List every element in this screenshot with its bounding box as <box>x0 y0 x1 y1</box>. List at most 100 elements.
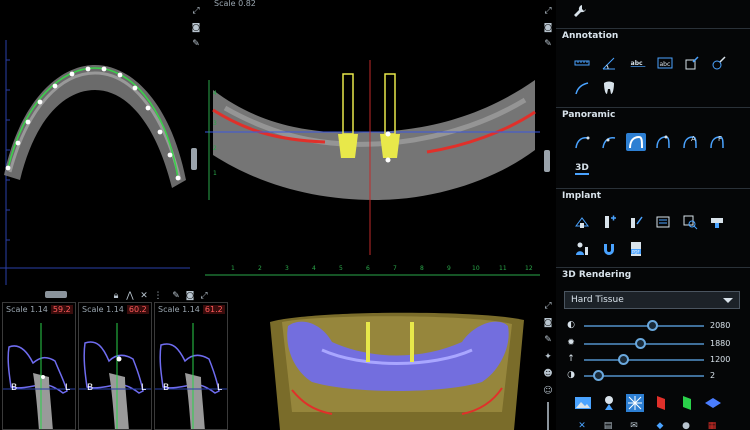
blue-plane-icon[interactable] <box>704 394 722 412</box>
panoramic-3d-button[interactable]: 3D <box>572 160 592 178</box>
ruler-tick-label: 7 <box>393 265 397 272</box>
pdf-report-icon[interactable]: PDF <box>626 240 646 258</box>
ruler-tick-label: 3 <box>285 265 289 272</box>
brightness-slider[interactable]: ✹ 1880 <box>566 338 746 350</box>
expand-icon-3d[interactable]: ⤢ <box>542 300 554 312</box>
implant-edit-icon[interactable] <box>626 213 646 231</box>
panoramic-a-icon[interactable]: A <box>680 133 700 151</box>
cross-section-splitter[interactable] <box>45 291 67 298</box>
layers-icon[interactable]: ▤ <box>602 420 614 430</box>
section-divider <box>556 188 750 189</box>
arrow-box-icon[interactable] <box>682 54 702 72</box>
threshold-slider[interactable]: ↑ 1200 <box>566 354 746 366</box>
curve-draw-icon[interactable] <box>572 79 592 97</box>
wrench-icon-3d[interactable]: ✎ <box>542 334 554 346</box>
export-icon[interactable]: ◆ <box>654 420 666 430</box>
settings-wrench-icon[interactable] <box>570 2 590 20</box>
panoramic-curve-dot-icon[interactable] <box>599 133 619 151</box>
text-box-icon[interactable]: abc <box>655 54 675 72</box>
render-preset-dropdown[interactable]: Hard Tissue <box>564 291 740 309</box>
slider-knob[interactable] <box>646 320 658 331</box>
opacity-slider[interactable]: ◑ 2 <box>566 370 746 382</box>
red-plane-icon[interactable] <box>652 394 670 412</box>
tooth-tool-icon[interactable]: ⋮ <box>152 290 164 302</box>
lock-icon[interactable]: 🔒︎ <box>110 290 122 302</box>
circle-pen-icon[interactable] <box>709 54 729 72</box>
tooth-icon[interactable] <box>599 79 619 97</box>
rendering-section-title: 3D Rendering <box>562 270 632 280</box>
ruler-tick-label: 2 <box>213 145 217 152</box>
svg-text:PDF: PDF <box>632 250 640 255</box>
cross-section-view-2[interactable]: Scale 1.14 60.2 B L <box>78 302 152 430</box>
cross-icon[interactable]: ✕ <box>138 290 150 302</box>
section-divider <box>556 267 750 268</box>
wrench-icon[interactable]: ✎ <box>190 38 202 50</box>
cross-section-view-1[interactable]: Scale 1.14 59.2 B L <box>2 302 76 430</box>
nerve-tool-icon[interactable] <box>626 133 646 151</box>
panoramic-f-icon[interactable]: F <box>707 133 727 151</box>
ruler-tick-label: 9 <box>447 265 451 272</box>
text-abc-icon[interactable]: abc <box>626 54 650 72</box>
buccal-label: B <box>87 383 94 393</box>
panoramic-view[interactable]: 4 3 2 1 1 2 3 4 5 6 7 8 9 10 11 12 <box>205 60 540 282</box>
wire-icon[interactable]: ✕ <box>576 420 588 430</box>
palette-icon[interactable]: ▦ <box>706 420 718 430</box>
green-plane-icon[interactable] <box>678 394 696 412</box>
ruler-tick-label: 6 <box>366 265 370 272</box>
light-source-icon[interactable] <box>600 394 618 412</box>
shade-icon[interactable]: ● <box>680 420 692 430</box>
expand-icon-right[interactable]: ⤢ <box>542 5 554 17</box>
implant-place-icon[interactable] <box>572 213 592 231</box>
ruler-tick-label: 12 <box>525 265 533 272</box>
ruler-tick-label: 4 <box>213 90 217 97</box>
face-icon-3d[interactable]: ☺ <box>542 385 554 397</box>
angle-icon[interactable] <box>599 54 619 72</box>
implant-library-icon[interactable] <box>653 213 673 231</box>
implant-add-icon[interactable] <box>599 213 619 231</box>
buccal-label: B <box>163 383 170 393</box>
mail-icon[interactable]: ✉ <box>628 420 640 430</box>
axial-arch-view[interactable] <box>0 40 190 285</box>
slider-knob[interactable] <box>593 370 605 381</box>
ruler-tick-label: 2 <box>258 265 262 272</box>
wrench-icon-right[interactable]: ✎ <box>542 38 554 50</box>
ruler-icon[interactable] <box>572 54 592 72</box>
contrast-slider[interactable]: ◐ 2080 <box>566 320 746 332</box>
camera-icon-3d[interactable]: ◙ <box>542 317 554 329</box>
section-divider <box>556 28 750 29</box>
grid-render-icon[interactable] <box>626 394 644 412</box>
ruler-tick-label: 1 <box>231 265 235 272</box>
lingual-label: L <box>141 383 147 393</box>
ruler-tick-label: 5 <box>339 265 343 272</box>
panoramic-point-icon[interactable] <box>653 133 673 151</box>
implant-search-icon[interactable] <box>680 213 700 231</box>
skull-icon-3d[interactable]: ☻ <box>542 368 554 380</box>
tools-panel: Annotation abc abc Panoramic A F 3D Impl… <box>556 0 750 430</box>
light-icon-3d[interactable]: ✦ <box>542 351 554 363</box>
arch-scroll-handle[interactable] <box>191 148 197 170</box>
implant-person-icon[interactable] <box>572 240 592 258</box>
cross-section-image <box>79 323 151 429</box>
slider-value: 1880 <box>710 339 731 348</box>
panoramic-curve-icon[interactable] <box>572 133 592 151</box>
image-render-icon[interactable] <box>574 394 592 412</box>
mirror-icon[interactable]: ⋀ <box>124 290 136 302</box>
camera-icon-right[interactable]: ◙ <box>542 22 554 34</box>
brightness-icon: ✹ <box>567 338 575 348</box>
magnet-icon[interactable] <box>599 240 619 258</box>
expand-icon-cs[interactable]: ⤢ <box>198 290 210 302</box>
3d-scroll-line[interactable] <box>547 402 549 430</box>
cross-section-view-3[interactable]: Scale 1.14 61.2 B L <box>154 302 228 430</box>
slider-knob[interactable] <box>618 354 630 365</box>
slider-knob[interactable] <box>635 338 647 349</box>
panoramic-image <box>205 60 540 276</box>
panoramic-scroll-handle[interactable] <box>544 150 550 172</box>
camera-icon[interactable]: ◙ <box>190 22 202 34</box>
slider-track <box>584 359 704 361</box>
camera-icon-cs[interactable]: ◙ <box>184 290 196 302</box>
expand-icon[interactable]: ⤢ <box>190 5 202 17</box>
wrench-icon-cs[interactable]: ✎ <box>170 290 182 302</box>
ruler-tick-label: 8 <box>420 265 424 272</box>
crown-icon[interactable] <box>707 213 727 231</box>
3d-render-view[interactable] <box>262 302 532 430</box>
